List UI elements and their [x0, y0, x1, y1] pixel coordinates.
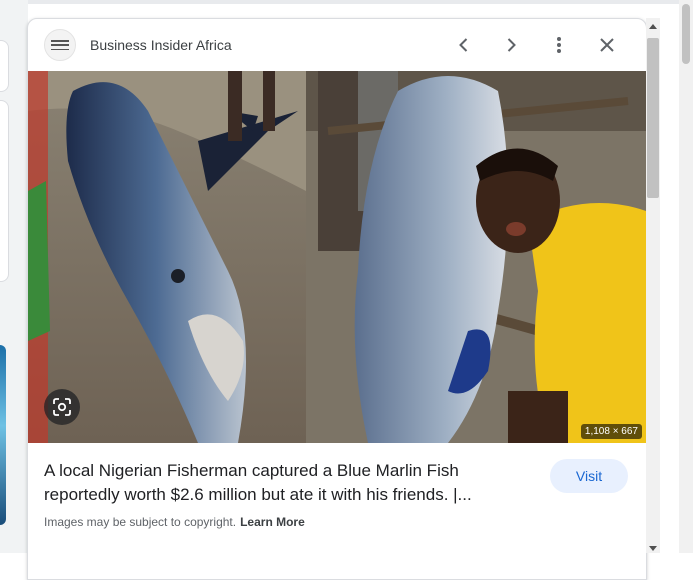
image-title-link[interactable]: A local Nigerian Fisherman captured a Bl…	[44, 459, 514, 507]
blue-marlin-photo	[28, 71, 646, 443]
more-options-button[interactable]	[547, 33, 571, 57]
more-vert-icon	[557, 37, 561, 53]
page-top-strip	[0, 0, 693, 4]
visit-button[interactable]: Visit	[550, 459, 628, 493]
preview-image[interactable]: 1,108 × 667	[28, 71, 646, 443]
previous-image-button[interactable]	[452, 33, 476, 57]
chevron-left-icon	[459, 38, 468, 52]
page-scrollbar-thumb[interactable]	[682, 4, 690, 64]
page-scrollbar[interactable]	[679, 0, 693, 553]
close-icon	[600, 38, 614, 52]
copyright-notice: Images may be subject to copyright. Learn…	[44, 515, 305, 529]
chevron-right-icon	[507, 38, 516, 52]
source-name[interactable]: Business Insider Africa	[90, 37, 232, 53]
scroll-down-arrow-icon[interactable]	[649, 546, 657, 551]
results-page-background	[0, 0, 28, 553]
panel-scrollbar-thumb[interactable]	[647, 38, 659, 198]
learn-more-link[interactable]: Learn More	[240, 515, 305, 529]
scroll-up-arrow-icon[interactable]	[649, 24, 657, 29]
result-card-partial[interactable]	[0, 100, 9, 282]
copyright-text: Images may be subject to copyright.	[44, 515, 237, 529]
image-dimensions: 1,108 × 667	[580, 424, 642, 439]
google-lens-button[interactable]	[44, 389, 80, 425]
image-preview-panel: Business Insider Africa 1,108 × 667 A lo…	[27, 18, 647, 580]
result-thumbnail-partial[interactable]	[0, 345, 6, 525]
close-panel-button[interactable]	[595, 33, 619, 57]
google-lens-icon	[53, 398, 71, 416]
next-image-button[interactable]	[499, 33, 523, 57]
panel-header: Business Insider Africa	[28, 19, 646, 71]
result-card-partial[interactable]	[0, 40, 9, 92]
business-insider-logo[interactable]	[44, 29, 76, 61]
panel-scrollbar[interactable]	[646, 18, 660, 553]
